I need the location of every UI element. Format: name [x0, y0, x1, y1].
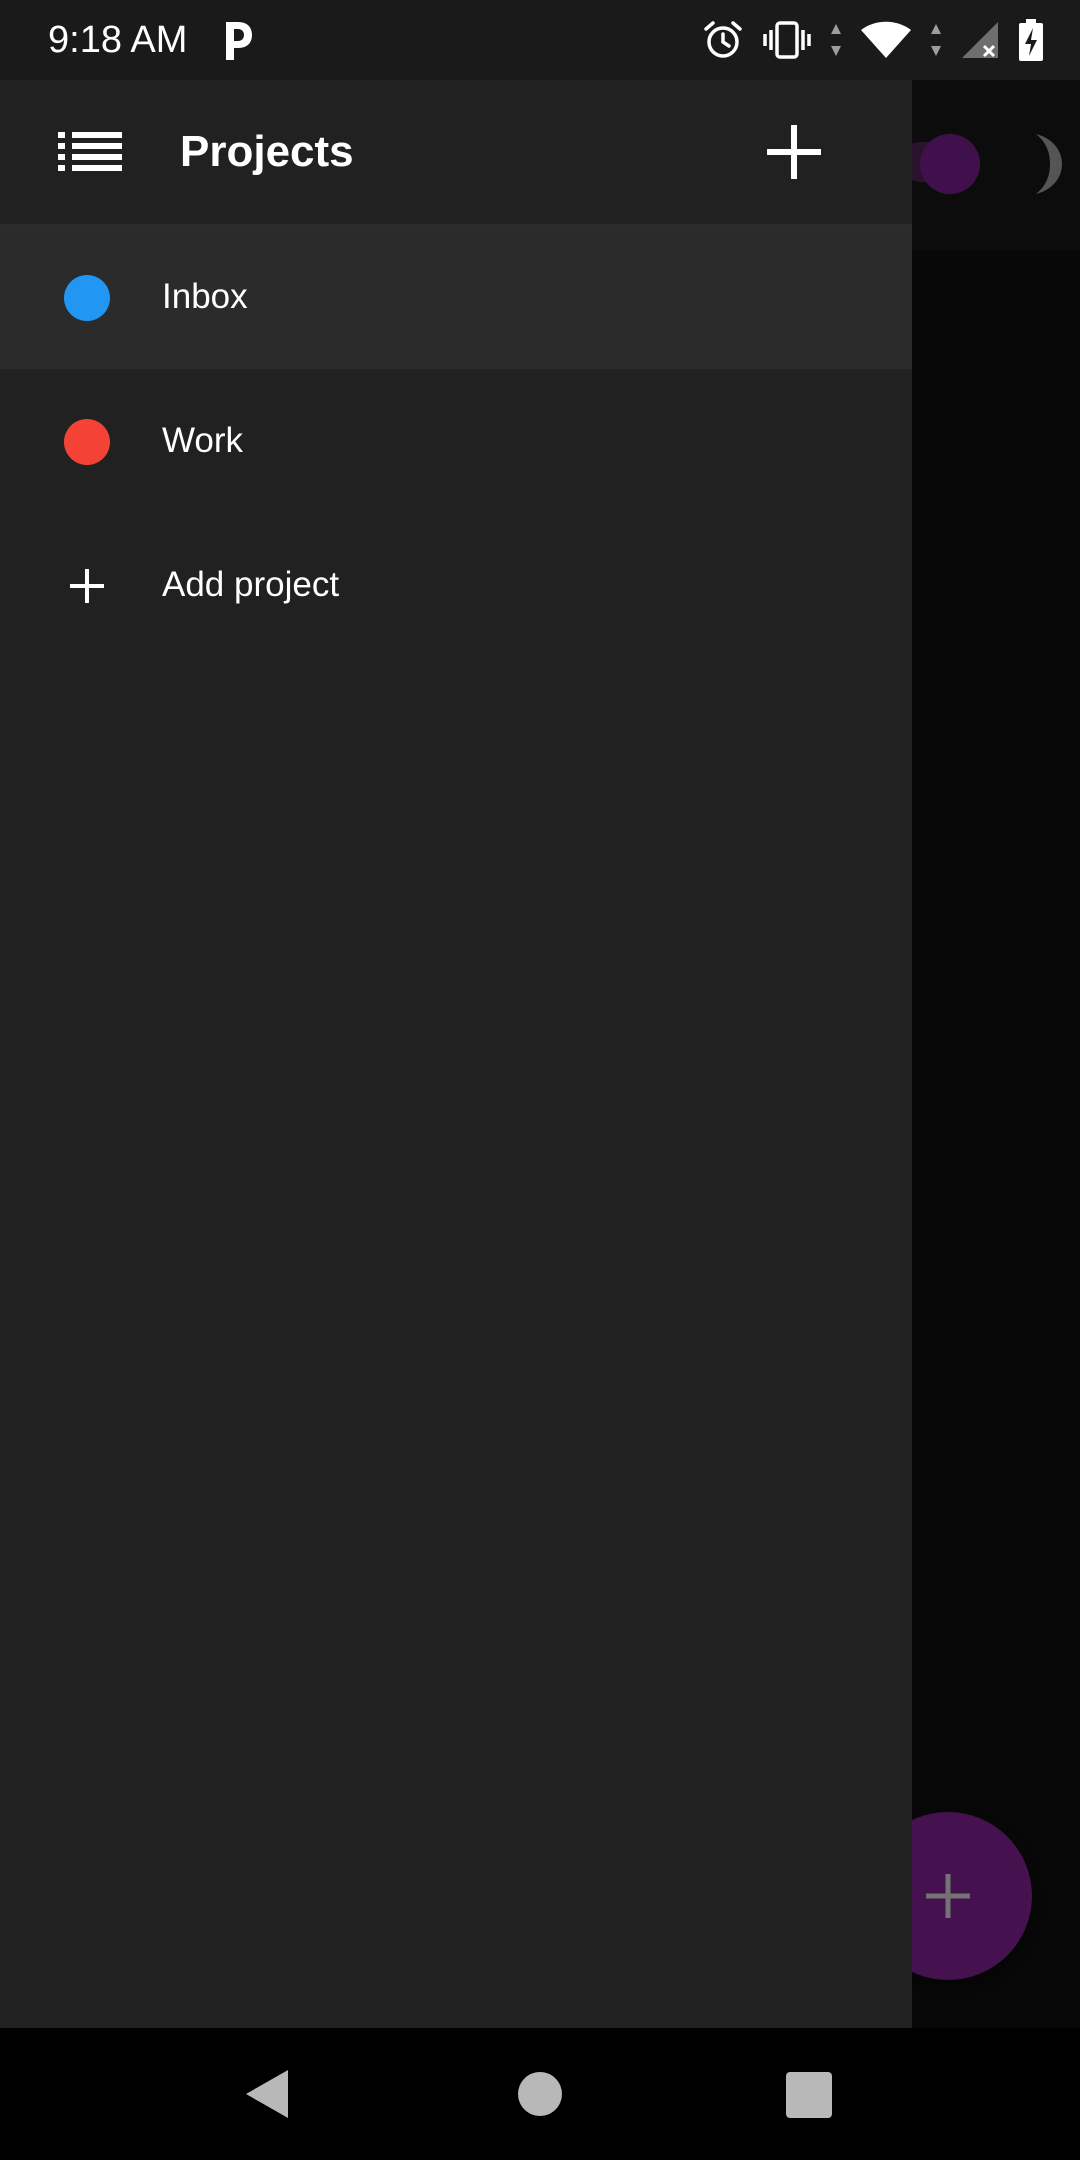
project-label: Inbox	[162, 277, 248, 316]
screen: 9:18 AM Projects Inbox Work Add project	[0, 0, 1080, 2160]
project-item-inbox[interactable]: Inbox	[0, 225, 912, 369]
project-color-dot	[64, 419, 110, 465]
status-time: 9:18 AM	[48, 19, 188, 61]
status-icons	[702, 16, 1044, 64]
add-project-button[interactable]: Add project	[0, 513, 912, 657]
list-icon[interactable]	[58, 132, 122, 172]
drawer-header: Projects	[0, 80, 912, 225]
project-item-work[interactable]: Work	[0, 369, 912, 513]
projects-drawer: Projects Inbox Work Add project	[0, 80, 912, 2028]
battery-charging-icon	[1019, 19, 1043, 61]
parking-app-icon	[226, 22, 252, 60]
data-arrows-icon	[831, 24, 841, 56]
project-list: Inbox Work Add project	[0, 225, 912, 657]
wifi-icon	[861, 21, 911, 58]
recents-icon[interactable]	[786, 2072, 832, 2118]
home-icon[interactable]	[518, 2072, 562, 2116]
plus-icon[interactable]	[764, 122, 824, 182]
data-arrows-icon	[931, 24, 941, 56]
back-icon[interactable]	[244, 2068, 290, 2120]
add-project-label: Add project	[162, 565, 340, 604]
alarm-icon	[704, 21, 742, 58]
cellular-no-signal-icon	[962, 22, 998, 58]
plus-icon	[70, 569, 104, 603]
status-bar: 9:18 AM	[0, 0, 1080, 80]
project-color-dot	[64, 275, 110, 321]
navigation-bar	[0, 2028, 1080, 2160]
drawer-title: Projects	[180, 127, 354, 176]
vibrate-icon	[763, 21, 811, 59]
project-label: Work	[162, 421, 244, 460]
